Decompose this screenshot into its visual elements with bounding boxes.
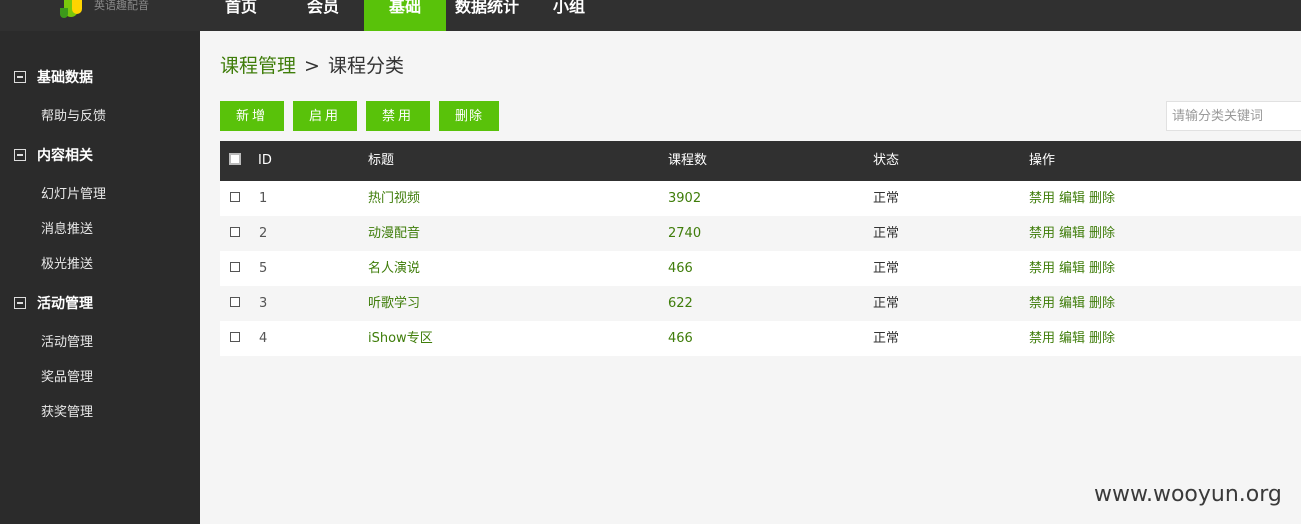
row-delete-link[interactable]: 删除 [1089, 321, 1115, 356]
table-header: ID 标题 课程数 状态 操作 [220, 141, 1301, 181]
row-checkbox[interactable] [230, 227, 240, 237]
table-row: 1 热门视频 3902 正常 禁用 编辑 删除 [220, 181, 1301, 216]
row-status: 正常 [873, 296, 900, 311]
sidebar-item-jpush[interactable]: 极光推送 [41, 256, 93, 274]
top-navbar: 英语趣配音 首页 会员 基础 数据统计 小组 [0, 0, 1301, 31]
row-title[interactable]: 名人演说 [368, 251, 420, 286]
sidebar-group-label: 基础数据 [37, 70, 93, 86]
sidebar-group-label: 内容相关 [37, 148, 93, 164]
row-count: 466 [668, 261, 693, 276]
table-row: 2 动漫配音 2740 正常 禁用 编辑 删除 [220, 216, 1301, 251]
logo-text: 英语趣配音 [94, 0, 149, 12]
row-delete-link[interactable]: 删除 [1089, 181, 1115, 216]
row-edit-link[interactable]: 编辑 [1059, 321, 1085, 356]
row-id: 5 [259, 261, 268, 276]
row-id: 2 [259, 226, 268, 241]
breadcrumb-separator: > [304, 55, 320, 77]
collapse-icon[interactable] [14, 297, 26, 309]
nav-item-basics[interactable]: 基础 [364, 0, 446, 31]
row-actions: 禁用 编辑 删除 [1029, 286, 1115, 321]
column-header-count: 课程数 [668, 153, 708, 168]
column-header-id: ID [258, 153, 272, 168]
row-disable-link[interactable]: 禁用 [1029, 321, 1055, 356]
row-checkbox[interactable] [230, 262, 240, 272]
row-actions: 禁用 编辑 删除 [1029, 216, 1115, 251]
sidebar-item-help-feedback[interactable]: 帮助与反馈 [41, 108, 106, 126]
row-disable-link[interactable]: 禁用 [1029, 286, 1055, 321]
nav-item-groups[interactable]: 小组 [528, 0, 610, 31]
row-checkbox[interactable] [230, 332, 240, 342]
sidebar-item-winner-management[interactable]: 获奖管理 [41, 404, 93, 422]
row-status: 正常 [873, 191, 900, 206]
column-header-title: 标题 [368, 153, 395, 168]
row-id: 4 [259, 331, 268, 346]
sidebar-group-label: 活动管理 [37, 296, 93, 312]
sidebar-item-slides[interactable]: 幻灯片管理 [41, 186, 106, 204]
row-title[interactable]: iShow专区 [368, 321, 433, 356]
row-edit-link[interactable]: 编辑 [1059, 181, 1085, 216]
nav-item-home[interactable]: 首页 [200, 0, 282, 31]
delete-button[interactable]: 删除 [439, 101, 499, 131]
row-status: 正常 [873, 261, 900, 276]
select-all-checkbox[interactable] [229, 153, 241, 165]
row-id: 1 [259, 191, 268, 206]
row-title[interactable]: 动漫配音 [368, 216, 420, 251]
breadcrumb-parent[interactable]: 课程管理 [220, 54, 296, 78]
breadcrumb-current: 课程分类 [327, 55, 404, 77]
row-count: 2740 [668, 226, 702, 241]
row-actions: 禁用 编辑 删除 [1029, 181, 1115, 216]
row-count: 622 [668, 296, 693, 311]
row-title[interactable]: 听歌学习 [368, 286, 420, 321]
breadcrumb: 课程管理 > 课程分类 [220, 54, 404, 78]
row-delete-link[interactable]: 删除 [1089, 251, 1115, 286]
collapse-icon[interactable] [14, 71, 26, 83]
table-row: 3 听歌学习 622 正常 禁用 编辑 删除 [220, 286, 1301, 321]
collapse-icon[interactable] [14, 149, 26, 161]
row-delete-link[interactable]: 删除 [1089, 286, 1115, 321]
sidebar-item-prize-management[interactable]: 奖品管理 [41, 369, 93, 387]
row-disable-link[interactable]: 禁用 [1029, 216, 1055, 251]
row-id: 3 [259, 296, 268, 311]
nav-item-members[interactable]: 会员 [282, 0, 364, 31]
row-title[interactable]: 热门视频 [368, 181, 420, 216]
row-edit-link[interactable]: 编辑 [1059, 216, 1085, 251]
search-input[interactable] [1166, 101, 1301, 131]
column-header-status: 状态 [873, 153, 900, 168]
row-checkbox[interactable] [230, 192, 240, 202]
row-status: 正常 [873, 331, 900, 346]
row-delete-link[interactable]: 删除 [1089, 216, 1115, 251]
row-edit-link[interactable]: 编辑 [1059, 251, 1085, 286]
enable-button[interactable]: 启用 [293, 101, 357, 131]
column-header-actions: 操作 [1029, 153, 1056, 168]
table-row: 4 iShow专区 466 正常 禁用 编辑 删除 [220, 321, 1301, 356]
sidebar: 基础数据 帮助与反馈 内容相关 幻灯片管理 消息推送 极光推送 活动管理 活动管… [0, 31, 200, 524]
category-table: ID 标题 课程数 状态 操作 1 热门视频 3902 正常 禁用 编辑 删除 … [220, 141, 1301, 356]
sidebar-group-activities[interactable]: 活动管理 [0, 294, 200, 314]
watermark-text: www.wooyun.org [1094, 482, 1282, 507]
row-edit-link[interactable]: 编辑 [1059, 286, 1085, 321]
row-disable-link[interactable]: 禁用 [1029, 181, 1055, 216]
sidebar-item-push-messages[interactable]: 消息推送 [41, 221, 93, 239]
sidebar-group-basic-data[interactable]: 基础数据 [0, 68, 200, 88]
row-count: 466 [668, 331, 693, 346]
disable-button[interactable]: 禁用 [366, 101, 430, 131]
main-nav: 首页 会员 基础 数据统计 小组 [200, 0, 610, 31]
row-status: 正常 [873, 226, 900, 241]
table-row: 5 名人演说 466 正常 禁用 编辑 删除 [220, 251, 1301, 286]
nav-item-statistics[interactable]: 数据统计 [446, 0, 528, 31]
row-actions: 禁用 编辑 删除 [1029, 251, 1115, 286]
row-checkbox[interactable] [230, 297, 240, 307]
app-logo[interactable]: 英语趣配音 [58, 0, 149, 20]
add-button[interactable]: 新增 [220, 101, 284, 131]
sidebar-item-activity-management[interactable]: 活动管理 [41, 334, 93, 352]
logo-mark-icon [58, 0, 92, 20]
row-disable-link[interactable]: 禁用 [1029, 251, 1055, 286]
row-actions: 禁用 编辑 删除 [1029, 321, 1115, 356]
row-count: 3902 [668, 191, 702, 206]
sidebar-group-content[interactable]: 内容相关 [0, 146, 200, 166]
